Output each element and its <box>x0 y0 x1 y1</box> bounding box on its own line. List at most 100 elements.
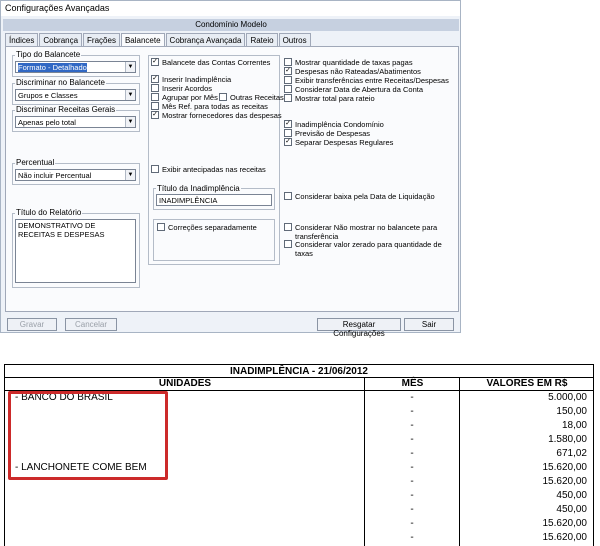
percentual-value: Não incluir Percentual <box>18 171 92 180</box>
titulo-label: Título do Relatório <box>15 208 83 217</box>
chk-exibir-transferencias[interactable]: Exibir transferências entre Receitas/Des… <box>284 76 449 85</box>
tab-cobranca[interactable]: Cobrança <box>39 33 83 46</box>
chk-valor-zerado[interactable]: Considerar valor zerado para quantidade … <box>284 240 445 258</box>
valor-cell: 5.000,00 <box>548 392 587 403</box>
tab-outros[interactable]: Outros <box>278 33 311 46</box>
condominium-name: Condomínio Modelo <box>3 19 459 31</box>
resgatar-button[interactable]: Resgatar Configurações <box>317 318 401 338</box>
tipo-select[interactable]: Formato - Detalhado ▼ <box>15 61 136 73</box>
highlight-box <box>8 391 168 480</box>
valor-cell: 15.620,00 <box>542 532 588 543</box>
valor-cell: 18,00 <box>561 420 587 431</box>
tab-rateio[interactable]: Rateio <box>246 33 278 46</box>
chk-inserir-inadimplencia[interactable]: ✓ Inserir Inadimplência <box>151 75 231 84</box>
mes-cell: - <box>410 406 414 417</box>
chk-despesas-nao-rateadas[interactable]: ✓ Despesas não Rateadas/Abatimentos <box>284 67 421 76</box>
mes-cell: - <box>410 518 414 529</box>
mes-cell: - <box>410 434 414 445</box>
mes-cell: - <box>410 532 414 543</box>
checkbox-icon <box>151 93 159 101</box>
valor-cell: 671,02 <box>556 448 587 459</box>
chk-agrupar-mes[interactable]: Agrupar por Mês <box>151 93 218 102</box>
valor-cell: 1.580,00 <box>548 434 587 445</box>
chk-mes-ref[interactable]: Mês Ref. para todas as receitas <box>151 102 268 111</box>
advanced-settings-dialog: Configurações Avançadas Condomínio Model… <box>0 0 461 338</box>
checkbox-icon <box>284 240 292 248</box>
checkbox-icon <box>219 93 227 101</box>
checkbox-icon <box>284 223 292 231</box>
chk-inserir-acordos[interactable]: Inserir Acordos <box>151 84 212 93</box>
chk-outras-receitas[interactable]: Outras Receitas <box>219 93 284 102</box>
receitas-label: Discriminar Receitas Gerais <box>15 105 117 114</box>
chk-separar-despesas[interactable]: ✓ Separar Despesas Regulares <box>284 138 393 147</box>
checkbox-icon <box>284 85 292 93</box>
checkbox-icon <box>151 165 159 173</box>
column-divider <box>364 378 365 546</box>
checkbox-icon <box>151 84 159 92</box>
checkbox-icon: ✓ <box>151 111 159 119</box>
col-unidades: UNIDADES <box>158 378 212 389</box>
mes-cell: - <box>410 462 414 473</box>
titulo-textarea[interactable]: DEMONSTRATIVO DE RECEITAS E DESPESAS <box>15 219 136 283</box>
tab-fracoes[interactable]: Frações <box>83 33 120 46</box>
table-row: - 15.620,00 <box>5 531 593 545</box>
checkbox-icon <box>157 223 165 231</box>
chk-mostrar-qtd[interactable]: Mostrar quantidade de taxas pagas <box>284 58 413 67</box>
valor-cell: 15.620,00 <box>542 462 588 473</box>
checkbox-icon: ✓ <box>151 58 159 66</box>
checkbox-icon: ✓ <box>284 138 292 146</box>
discriminar-value: Grupos e Classes <box>18 91 78 100</box>
chevron-down-icon: ▼ <box>125 62 135 72</box>
chk-mostrar-total[interactable]: Mostrar total para rateio <box>284 94 375 103</box>
chk-balancete-contas[interactable]: ✓ Balancete das Contas Correntes <box>151 58 270 67</box>
percentual-select[interactable]: Não incluir Percentual ▼ <box>15 169 136 181</box>
tipo-value: Formato - Detalhado <box>18 63 87 72</box>
mes-cell: - <box>410 490 414 501</box>
chk-considerar-abertura[interactable]: Considerar Data de Abertura da Conta <box>284 85 423 94</box>
checkbox-icon <box>284 58 292 66</box>
tab-indices[interactable]: Índices <box>5 33 39 46</box>
mes-cell: - <box>410 504 414 515</box>
valor-cell: 150,00 <box>556 406 587 417</box>
mes-cell: - <box>410 448 414 459</box>
column-divider <box>459 378 460 546</box>
tab-cobranca-avancada[interactable]: Cobrança Avançada <box>165 33 246 46</box>
chk-nao-mostrar-transf[interactable]: Considerar Não mostrar no balancete para… <box>284 223 445 241</box>
chevron-down-icon: ▼ <box>125 90 135 100</box>
valor-cell: 15.620,00 <box>542 518 588 529</box>
valor-cell: 15.620,00 <box>542 476 588 487</box>
chk-inad-condominio[interactable]: ✓ Inadimplência Condomínio <box>284 120 384 129</box>
table-row: - 15.620,00 <box>5 517 593 531</box>
sair-button[interactable]: Sair <box>404 318 454 331</box>
tab-balancete[interactable]: Balancete <box>120 33 165 47</box>
discriminar-select[interactable]: Grupos e Classes ▼ <box>15 89 136 101</box>
report-header: UNIDADES MÊS VALORES EM R$ <box>4 378 594 391</box>
chk-correcoes[interactable]: Correções separadamente <box>157 223 257 232</box>
balancete-panel: Tipo do Balancete Formato - Detalhado ▼ … <box>5 46 459 312</box>
tab-bar: Índices Cobrança Frações Balancete Cobra… <box>5 33 312 47</box>
checkbox-icon: ✓ <box>151 75 159 83</box>
chk-baixa-liquidacao[interactable]: Considerar baixa pela Data de Liquidação <box>284 192 435 201</box>
titulo-inad-label: Título da Inadimplência <box>156 184 241 193</box>
checkbox-icon: ✓ <box>284 67 292 75</box>
receitas-select[interactable]: Apenas pelo total ▼ <box>15 116 136 128</box>
titulo-inad-input[interactable]: INADIMPLÊNCIA <box>156 194 272 206</box>
report-title: INADIMPLÊNCIA - 21/06/2012 <box>4 364 594 378</box>
table-row: - 450,00 <box>5 489 593 503</box>
chk-mostrar-fornecedores[interactable]: ✓ Mostrar fornecedores das despesas <box>151 111 282 120</box>
discriminar-label: Discriminar no Balancete <box>15 78 106 87</box>
cancelar-button[interactable]: Cancelar <box>65 318 117 331</box>
checkbox-icon <box>284 129 292 137</box>
col-mes: MÊS <box>401 378 424 389</box>
checkbox-icon <box>284 76 292 84</box>
chk-previsao[interactable]: Previsão de Despesas <box>284 129 370 138</box>
checkbox-icon <box>284 94 292 102</box>
checkbox-icon: ✓ <box>284 120 292 128</box>
checkbox-icon <box>151 102 159 110</box>
valor-cell: 450,00 <box>556 490 587 501</box>
valor-cell: 450,00 <box>556 504 587 515</box>
gravar-button[interactable]: Gravar <box>7 318 57 331</box>
chk-exibir-antecipadas[interactable]: Exibir antecipadas nas receitas <box>151 165 266 174</box>
chevron-down-icon: ▼ <box>125 117 135 127</box>
mes-cell: - <box>410 476 414 487</box>
